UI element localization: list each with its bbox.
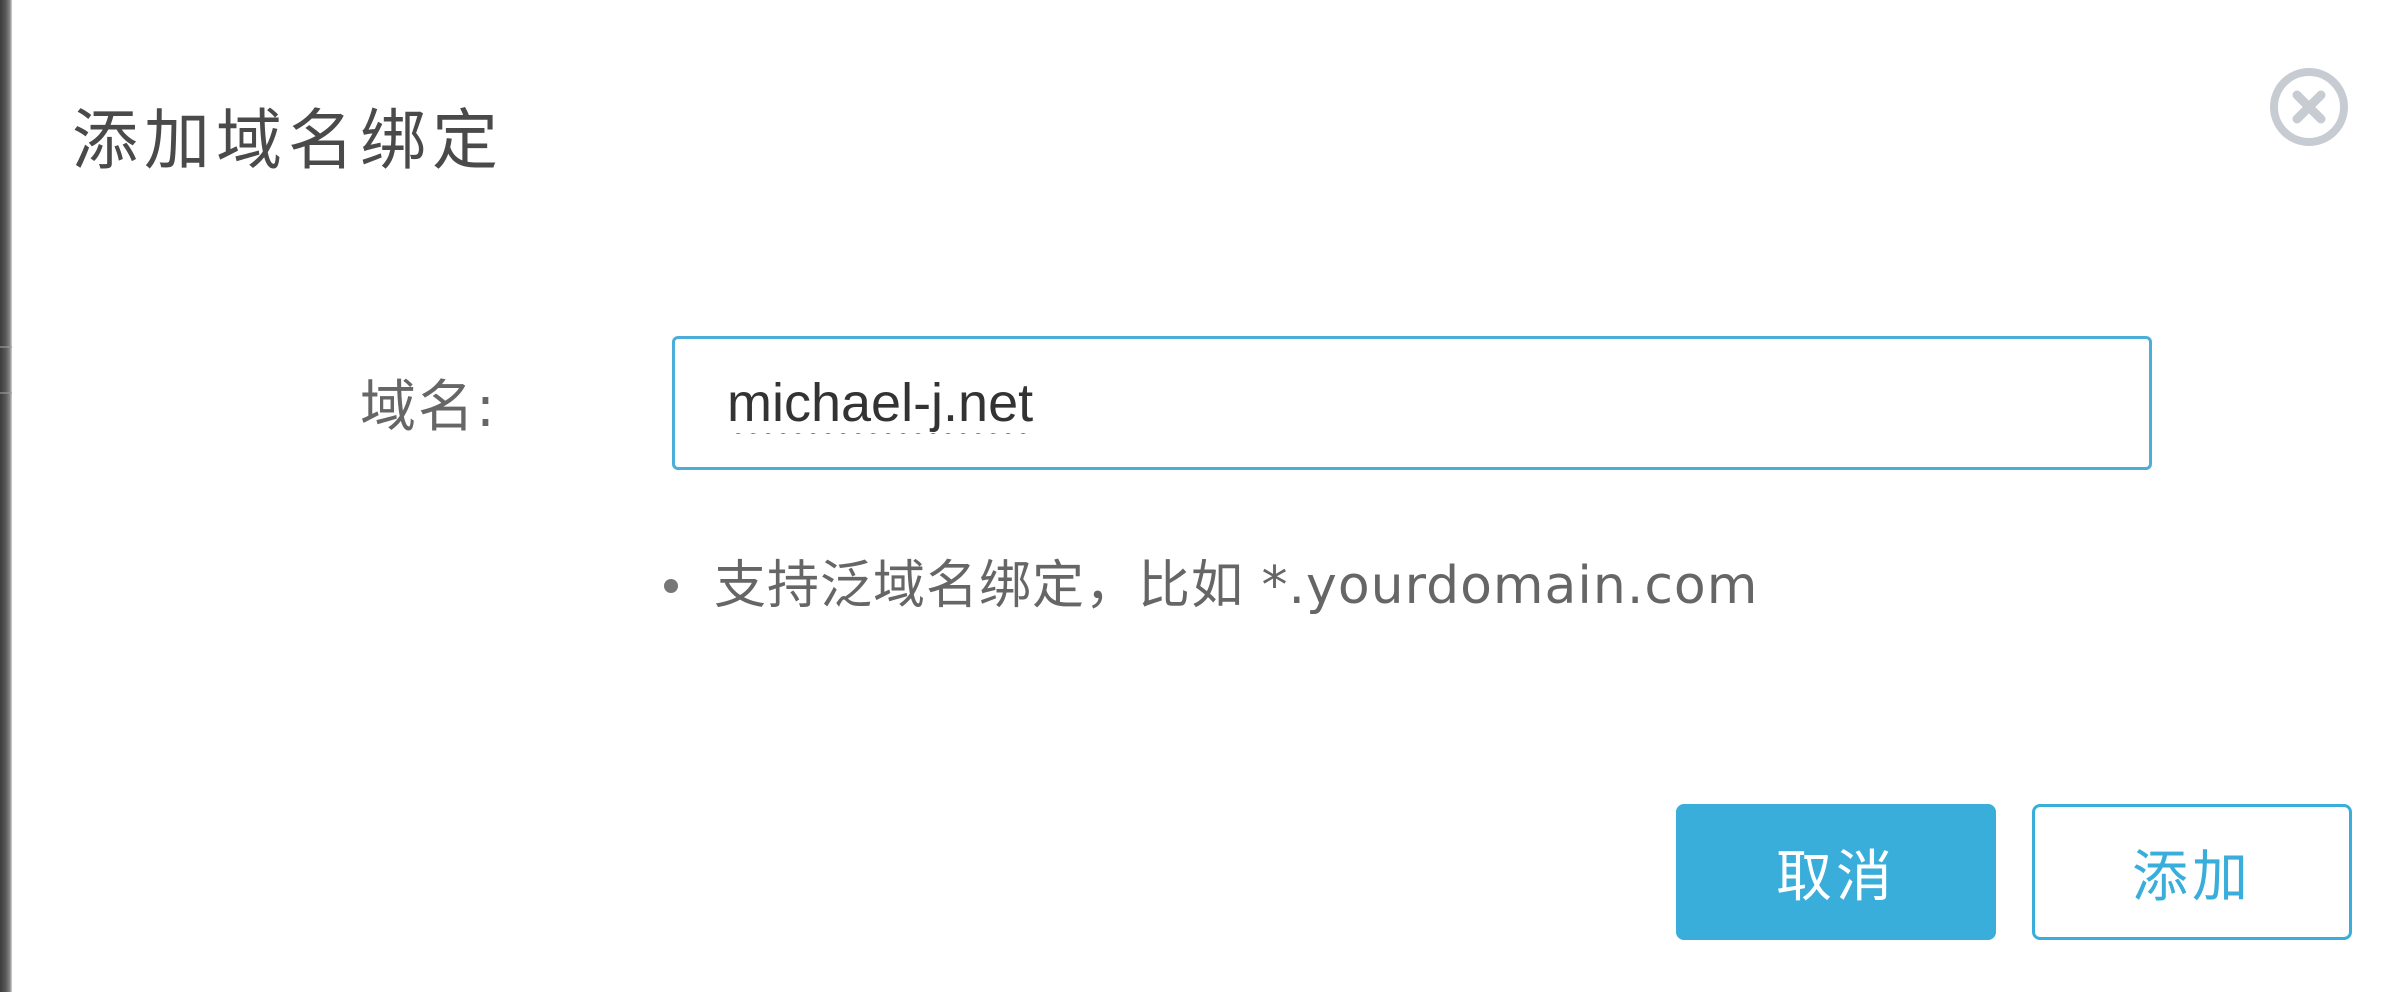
dialog-title: 添加域名绑定 — [72, 102, 504, 179]
hint-list-item: 支持泛域名绑定，比如 *.yourdomain.com — [664, 550, 1758, 622]
window-edge — [0, 0, 12, 992]
wildcard-domain-hint: 支持泛域名绑定，比如 *.yourdomain.com — [714, 556, 1759, 616]
cancel-button[interactable]: 取消 — [1676, 804, 1996, 940]
domain-input[interactable] — [672, 336, 2152, 470]
add-button[interactable]: 添加 — [2032, 804, 2352, 940]
window-edge-marker — [0, 346, 12, 394]
bullet-icon — [664, 579, 678, 593]
close-icon[interactable] — [2268, 66, 2350, 148]
domain-label: 域名: — [360, 375, 497, 440]
